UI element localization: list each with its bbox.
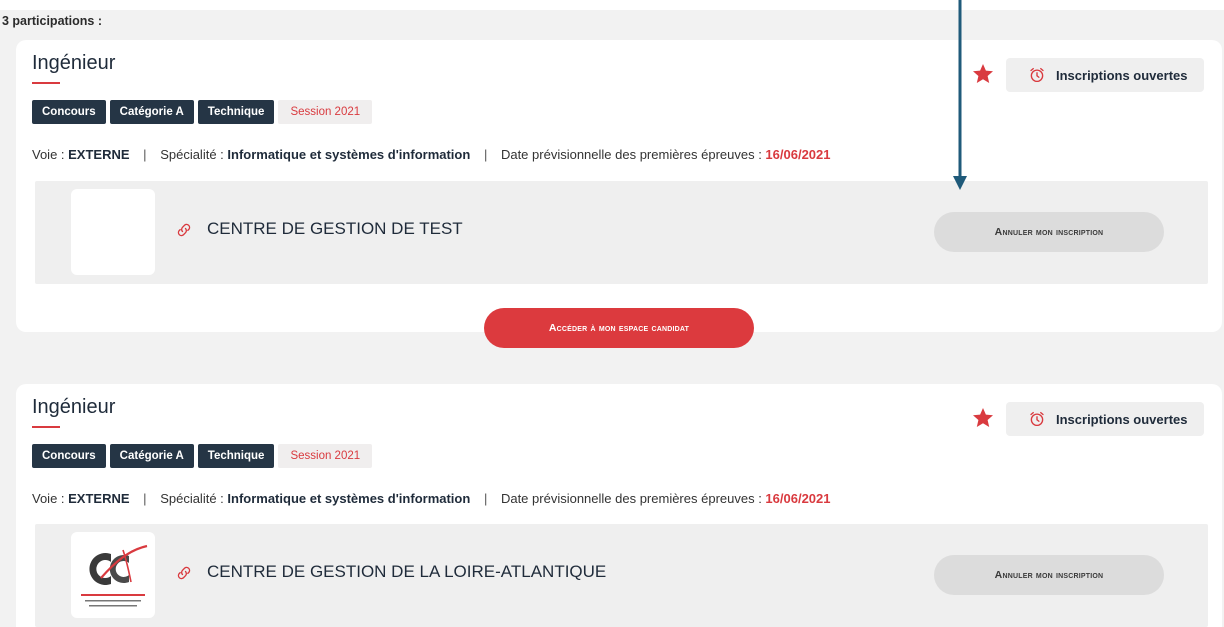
link-icon[interactable] [175, 564, 193, 582]
participations-count: 3 participations : [2, 14, 103, 28]
voie-label: Voie : [32, 147, 69, 162]
tag-session: Session 2021 [278, 444, 373, 468]
star-icon[interactable] [971, 62, 995, 86]
tag-categorie: Catégorie A [109, 444, 194, 468]
date-label: Date prévisionnelle des premières épreuv… [500, 147, 766, 162]
participation-card: Ingénieur Concours Catégorie A Technique… [16, 384, 1222, 627]
specialite-value: Informatique et systèmes d'information [227, 491, 471, 506]
organization-row: CENTRE DE GESTION DE TEST Annuler mon in… [35, 181, 1208, 284]
organization-logo [71, 189, 155, 275]
alarm-clock-icon [1030, 67, 1044, 83]
star-icon[interactable] [971, 406, 995, 430]
organization-logo [71, 532, 155, 618]
tag-categorie: Catégorie A [109, 100, 194, 124]
meta-separator: | [143, 491, 147, 506]
tag-filiere: Technique [197, 444, 275, 468]
tag-list: Concours Catégorie A Technique Session 2… [32, 100, 373, 124]
title-underline [32, 82, 60, 84]
status-label: Inscriptions ouvertes [1056, 67, 1188, 83]
status-label: Inscriptions ouvertes [1056, 411, 1188, 427]
specialite-value: Informatique et systèmes d'information [227, 147, 471, 162]
card-title: Ingénieur [32, 396, 116, 418]
tag-filiere: Technique [197, 100, 275, 124]
cancel-registration-button[interactable]: Annuler mon inscription [934, 555, 1164, 595]
cdg44-logo-icon [81, 544, 148, 607]
date-value: 16/06/2021 [765, 147, 831, 162]
alarm-clock-icon [1030, 411, 1044, 427]
meta-separator: | [143, 147, 147, 162]
status-badge: Inscriptions ouvertes [1006, 402, 1204, 436]
card-meta: Voie : EXTERNE | Spécialité : Informatiq… [32, 491, 831, 506]
voie-value: EXTERNE [68, 491, 130, 506]
organization-name-link[interactable]: CENTRE DE GESTION DE LA LOIRE-ATLANTIQUE [207, 562, 606, 582]
tag-list: Concours Catégorie A Technique Session 2… [32, 444, 373, 468]
organization-row: CENTRE DE GESTION DE LA LOIRE-ATLANTIQUE… [35, 524, 1208, 627]
link-icon[interactable] [175, 221, 193, 239]
access-candidate-space-button[interactable]: Accéder à mon espace candidat [484, 308, 754, 348]
status-badge: Inscriptions ouvertes [1006, 58, 1204, 92]
date-label: Date prévisionnelle des premières épreuv… [500, 491, 766, 506]
meta-separator: | [483, 147, 488, 162]
specialite-label: Spécialité : [160, 147, 228, 162]
specialite-label: Spécialité : [160, 491, 228, 506]
date-value: 16/06/2021 [765, 491, 831, 506]
tag-concours: Concours [32, 444, 106, 468]
cancel-registration-button[interactable]: Annuler mon inscription [934, 212, 1164, 252]
card-meta: Voie : EXTERNE | Spécialité : Informatiq… [32, 147, 831, 162]
meta-separator: | [483, 491, 488, 506]
voie-label: Voie : [32, 491, 69, 506]
tag-session: Session 2021 [278, 100, 373, 124]
participation-card: Ingénieur Concours Catégorie A Technique… [16, 40, 1222, 348]
title-underline [32, 426, 60, 428]
voie-value: EXTERNE [68, 147, 130, 162]
tag-concours: Concours [32, 100, 106, 124]
organization-name-link[interactable]: CENTRE DE GESTION DE TEST [207, 219, 463, 239]
card-title: Ingénieur [32, 52, 116, 74]
